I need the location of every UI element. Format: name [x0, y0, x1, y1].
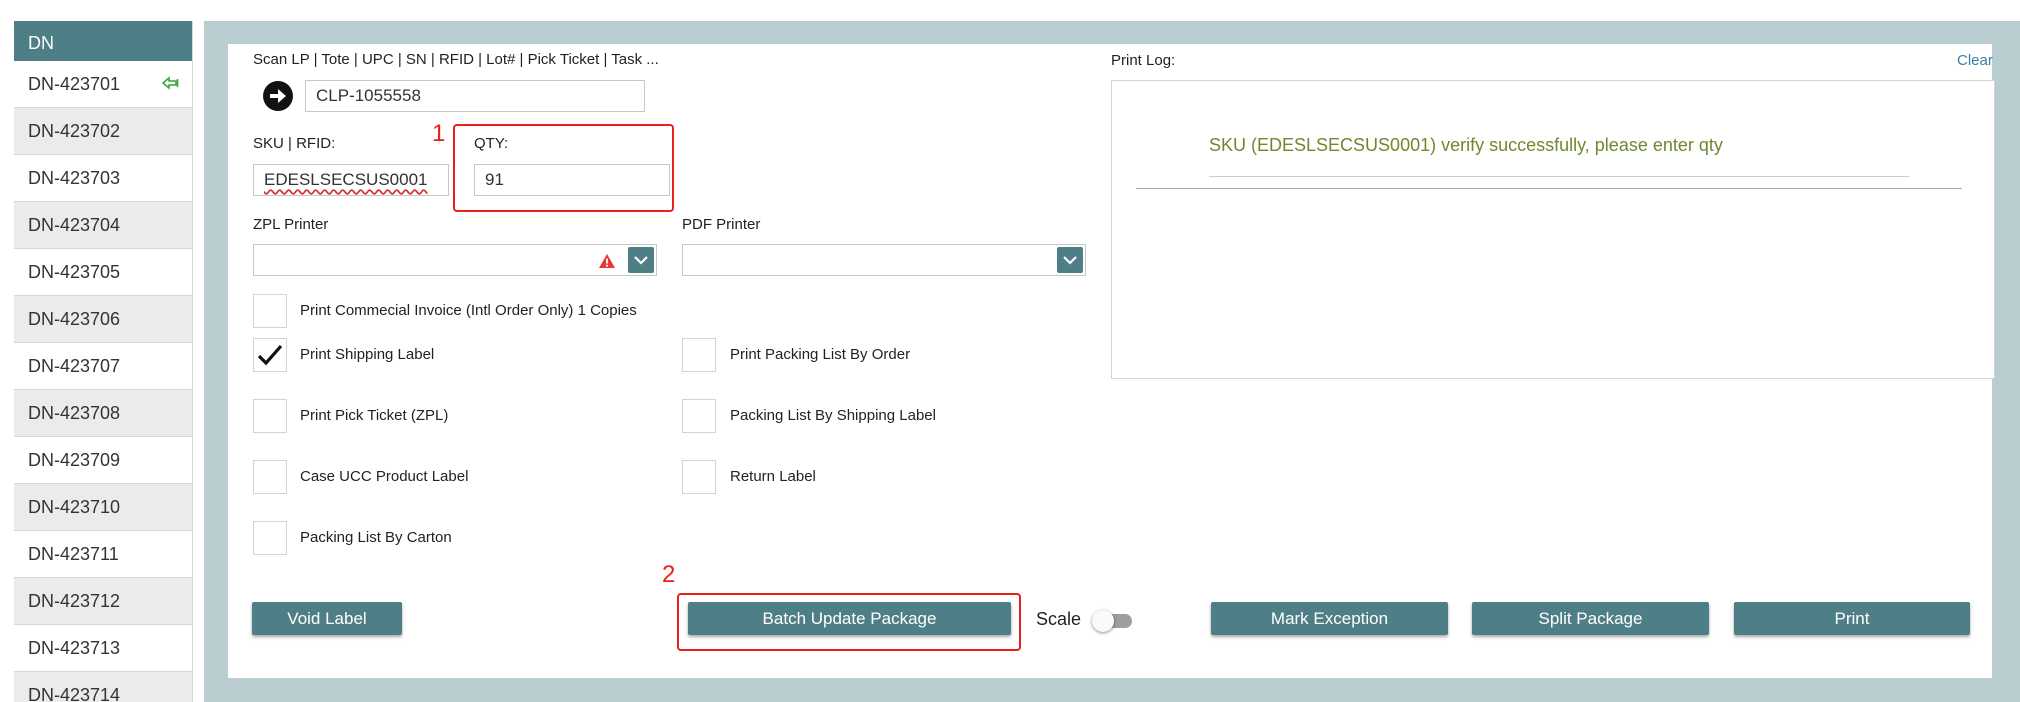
pdf-printer-label: PDF Printer	[682, 216, 761, 233]
pdf-printer-select[interactable]	[682, 244, 1086, 276]
dn-list-item-label: DN-423713	[28, 638, 121, 658]
packing-list-order-checkbox[interactable]	[682, 338, 716, 372]
scale-toggle[interactable]	[1092, 610, 1134, 632]
qty-label: QTY:	[474, 135, 509, 152]
dn-list-item-label: DN-423707	[28, 356, 121, 376]
print-button[interactable]: Print	[1734, 602, 1970, 635]
split-package-button[interactable]: Split Package	[1472, 602, 1709, 635]
shipping-label-checkbox[interactable]	[253, 338, 287, 372]
dn-list-item[interactable]: DN-423701	[14, 61, 192, 108]
packing-list-carton-checkbox[interactable]	[253, 521, 287, 555]
scan-input[interactable]: CLP-1055558	[305, 80, 645, 112]
dn-list-item[interactable]: DN-423702	[14, 108, 192, 155]
zpl-printer-label: ZPL Printer	[253, 216, 329, 233]
dn-list-item-label: DN-423711	[28, 544, 119, 564]
mark-exception-button[interactable]: Mark Exception	[1211, 602, 1448, 635]
case-ucc-label: Case UCC Product Label	[300, 468, 469, 485]
commercial-invoice-label: Print Commecial Invoice (Intl Order Only…	[300, 302, 637, 319]
dn-list-item-label: DN-423706	[28, 309, 121, 329]
packing-list-shipping-checkbox[interactable]	[682, 399, 716, 433]
dn-list-item[interactable]: DN-423711	[14, 531, 192, 578]
dn-list-item[interactable]: DN-423703	[14, 155, 192, 202]
print-log-box: SKU (EDESLSECSUS0001) verify successfull…	[1111, 80, 1995, 379]
return-label-checkbox[interactable]	[682, 460, 716, 494]
log-message: SKU (EDESLSECSUS0001) verify successfull…	[1209, 135, 1723, 155]
chevron-down-icon[interactable]	[628, 247, 654, 273]
pick-ticket-label: Print Pick Ticket (ZPL)	[300, 407, 449, 424]
print-log-label: Print Log:	[1111, 52, 1176, 69]
batch-update-package-button[interactable]: Batch Update Package	[688, 602, 1011, 635]
pick-ticket-checkbox[interactable]	[253, 399, 287, 433]
packing-list-carton-label: Packing List By Carton	[300, 529, 452, 546]
dn-list-item[interactable]: DN-423705	[14, 249, 192, 296]
dn-list-item[interactable]: DN-423708	[14, 390, 192, 437]
dn-list-item-label: DN-423701	[28, 74, 121, 94]
dn-list-item-label: DN-423714	[28, 685, 121, 702]
shipping-label-option-label: Print Shipping Label	[300, 346, 435, 363]
dn-list-item[interactable]: DN-423704	[14, 202, 192, 249]
warning-icon	[599, 254, 615, 268]
pin-icon[interactable]	[160, 75, 180, 93]
annotation-marker-2: 2	[662, 561, 676, 588]
dn-list-item[interactable]: DN-423714	[14, 672, 192, 702]
dn-list-item-label: DN-423708	[28, 403, 121, 423]
chevron-down-icon[interactable]	[1057, 247, 1083, 273]
dn-list-header: DN	[14, 21, 192, 61]
dn-list-item[interactable]: DN-423706	[14, 296, 192, 343]
dn-list-item-label: DN-423704	[28, 215, 121, 235]
scan-label: Scan LP | Tote | UPC | SN | RFID | Lot# …	[253, 51, 659, 68]
packing-list-shipping-label: Packing List By Shipping Label	[730, 407, 936, 424]
commercial-invoice-checkbox[interactable]	[253, 294, 287, 328]
dn-list-item[interactable]: DN-423713	[14, 625, 192, 672]
clear-log-link[interactable]: Clear	[1957, 52, 1993, 69]
dn-list-item[interactable]: DN-423712	[14, 578, 192, 625]
zpl-printer-select[interactable]	[253, 244, 657, 276]
dn-sidebar: DN DN-423701 DN-423702 DN-423703 DN-4237…	[14, 21, 193, 702]
log-divider	[1136, 188, 1962, 189]
sku-label: SKU | RFID:	[253, 135, 336, 152]
dn-list-item-label: DN-423710	[28, 497, 121, 517]
scale-label: Scale	[1036, 609, 1082, 629]
log-divider	[1209, 176, 1909, 177]
dn-list-item-label: DN-423712	[28, 591, 121, 611]
annotation-marker-1: 1	[432, 120, 446, 147]
dn-list-item-label: DN-423703	[28, 168, 121, 188]
dn-list-item[interactable]: DN-423709	[14, 437, 192, 484]
qty-input[interactable]: 91	[474, 164, 670, 196]
dn-list-item-label: DN-423709	[28, 450, 121, 470]
void-label-button[interactable]: Void Label	[252, 602, 402, 635]
dn-list-item[interactable]: DN-423710	[14, 484, 192, 531]
checkmark-icon	[257, 344, 283, 366]
dn-list-item-label: DN-423702	[28, 121, 121, 141]
case-ucc-checkbox[interactable]	[253, 460, 287, 494]
dn-list-item-label: DN-423705	[28, 262, 121, 282]
dn-list-item[interactable]: DN-423707	[14, 343, 192, 390]
sku-input[interactable]: EDESLSECSUS0001	[253, 164, 449, 196]
return-label-label: Return Label	[730, 468, 816, 485]
arrow-right-circle-icon[interactable]	[262, 80, 294, 112]
packing-list-order-label: Print Packing List By Order	[730, 346, 911, 363]
